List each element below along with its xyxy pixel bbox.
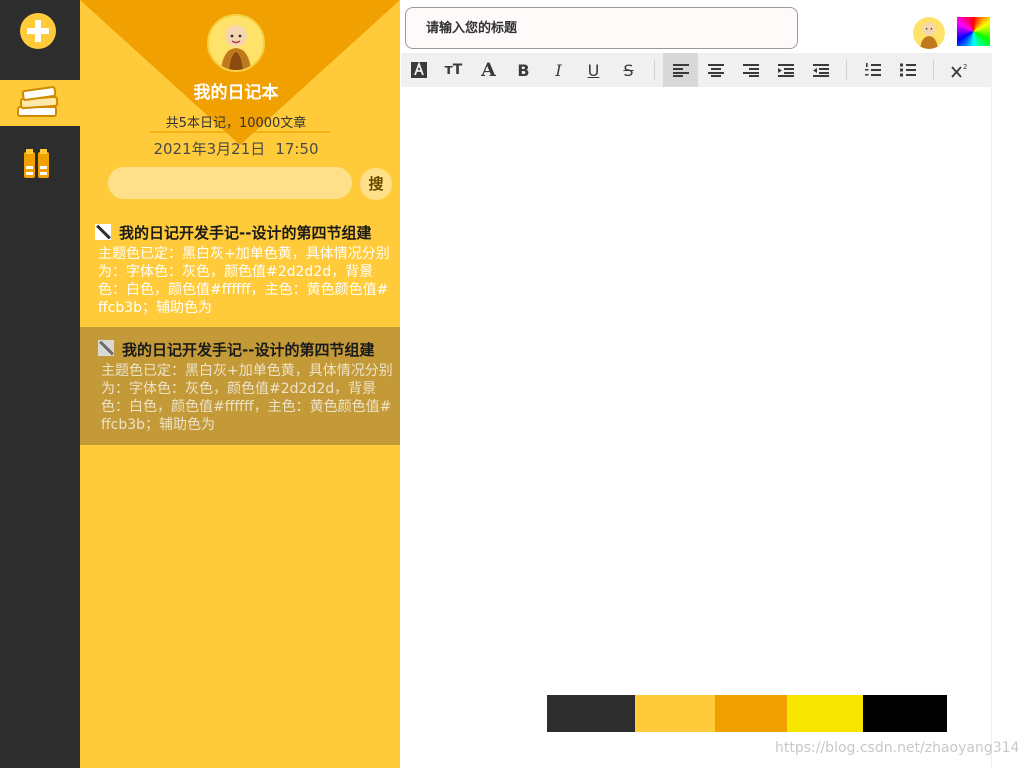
books-icon [17, 86, 59, 117]
ordered-list-button[interactable] [855, 53, 890, 87]
toolbar-divider [654, 60, 655, 80]
italic-icon: I [555, 60, 562, 80]
ordered-list-icon [864, 63, 881, 76]
color-swatch-bar [547, 695, 947, 732]
current-datetime: 2021年3月21日 17:50 [80, 138, 392, 159]
strikethrough-button[interactable]: S [611, 53, 646, 87]
entry-excerpt: 主题色已定：黑白灰+加单色黄，具体情况分别为：字体色：灰色，颜色值#2d2d2d… [98, 246, 390, 316]
bullet-list-icon [899, 63, 916, 77]
font-size-icon: тT [444, 62, 463, 78]
color-swatch-5[interactable] [863, 695, 947, 732]
diary-list-panel: 我的日记本 共5本日记，10000文章 2021年3月21日 17:50 搜 我的… [80, 0, 400, 768]
search-button[interactable]: 搜 [360, 168, 392, 200]
current-time: 17:50 [275, 140, 319, 158]
watermark-text: https://blog.csdn.net/zhaoyang314 [775, 740, 1020, 756]
font-color-button[interactable] [401, 53, 436, 87]
book-title: 我的日记本 [193, 83, 279, 103]
book-navigation [335, 60, 395, 74]
align-left-icon [672, 64, 689, 77]
font-size-button[interactable]: тT [436, 53, 471, 87]
entry-title: 我的日记开发手记--设计的第四节组建 [119, 224, 372, 242]
color-swatch-4[interactable] [787, 695, 863, 732]
entry-excerpt: 主题色已定：黑白灰+加单色黄，具体情况分别为：字体色：灰色，颜色值#2d2d2d… [101, 363, 393, 433]
add-diary-button[interactable] [20, 13, 56, 49]
pencil-icon [98, 340, 114, 356]
left-rail [0, 0, 80, 768]
pencil-icon [95, 224, 111, 240]
indent-button[interactable] [768, 53, 803, 87]
theme-color-picker[interactable] [957, 17, 990, 46]
backpack-icon [24, 149, 49, 178]
align-right-icon [742, 64, 759, 77]
align-center-icon [707, 64, 724, 77]
current-date: 2021年3月21日 [153, 140, 266, 158]
toolbar-divider [846, 60, 847, 80]
bullet-list-button[interactable] [890, 53, 925, 87]
user-avatar[interactable] [913, 17, 945, 49]
font-family-icon: A [481, 59, 496, 81]
diary-entry-1[interactable]: 我的日记开发手记--设计的第四节组建 主题色已定：黑白灰+加单色黄，具体情况分别… [80, 212, 400, 330]
indent-icon [777, 64, 794, 77]
monk-avatar-icon [920, 22, 938, 49]
outdent-icon [812, 64, 829, 77]
last-book-icon[interactable] [379, 60, 395, 74]
superscript-icon: 2 [950, 63, 967, 78]
monk-avatar-icon [221, 25, 251, 70]
rail-item-diaries[interactable] [0, 80, 80, 126]
italic-button[interactable]: I [541, 53, 576, 87]
book-avatar [207, 14, 265, 72]
diary-entry-2-selected[interactable]: 我的日记开发手记--设计的第四节组建 主题色已定：黑白灰+加单色黄，具体情况分别… [80, 327, 400, 445]
first-book-icon[interactable] [335, 60, 351, 74]
title-input[interactable] [405, 7, 798, 49]
strikethrough-icon: S [623, 60, 634, 80]
outdent-button[interactable] [803, 53, 838, 87]
color-swatch-3[interactable] [715, 695, 787, 732]
editor-toolbar: тT A B I U S 2 [401, 53, 992, 87]
toolbar-divider [933, 60, 934, 80]
stats-underline [150, 131, 330, 133]
underline-button[interactable]: U [576, 53, 611, 87]
editor-content-area[interactable] [401, 87, 992, 768]
superscript-button[interactable]: 2 [942, 53, 977, 87]
align-left-button[interactable] [663, 53, 698, 87]
book-stats: 共5本日记，10000文章 [165, 116, 307, 131]
underline-icon: U [587, 60, 600, 80]
color-swatch-1[interactable] [547, 695, 635, 732]
font-family-button[interactable]: A [471, 53, 506, 87]
next-book-icon[interactable] [357, 60, 373, 74]
bold-button[interactable]: B [506, 53, 541, 87]
rail-item-backpack[interactable] [22, 148, 52, 180]
color-swatch-2[interactable] [635, 695, 715, 732]
font-color-icon [410, 61, 427, 78]
app-window: 我的日记本 共5本日记，10000文章 2021年3月21日 17:50 搜 我的… [0, 0, 1024, 768]
align-center-button[interactable] [698, 53, 733, 87]
entry-title: 我的日记开发手记--设计的第四节组建 [122, 341, 375, 359]
align-right-button[interactable] [733, 53, 768, 87]
svg-text:2: 2 [963, 63, 967, 71]
bold-icon: B [517, 60, 530, 80]
search-input[interactable] [108, 167, 352, 199]
